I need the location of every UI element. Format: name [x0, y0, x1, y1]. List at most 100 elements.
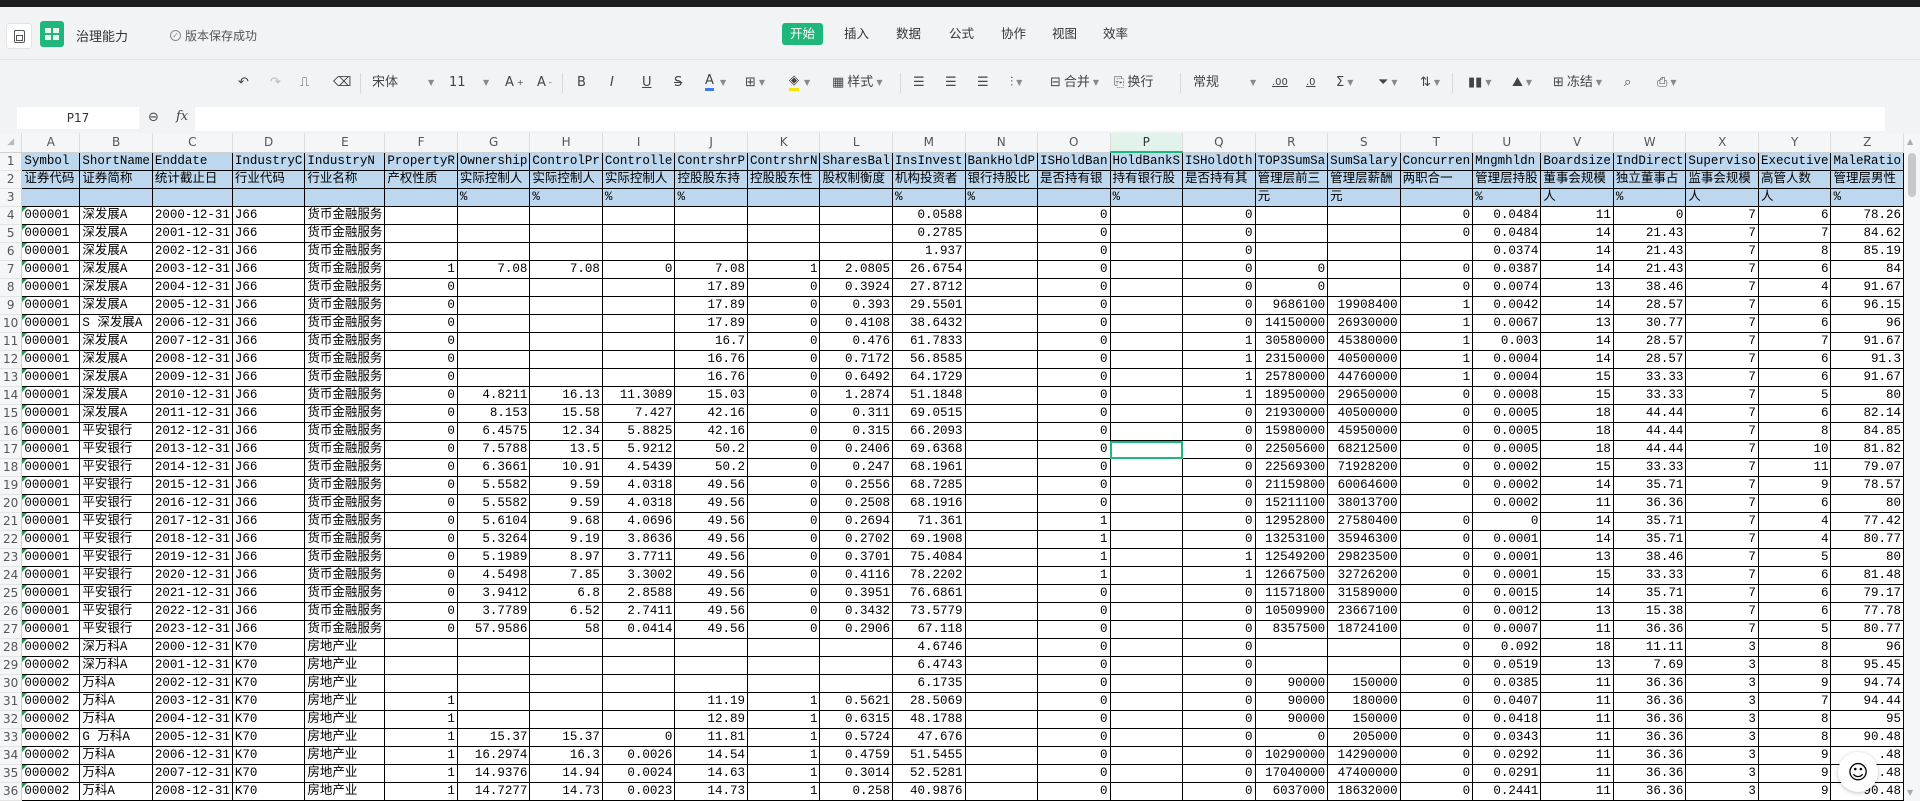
cell-o12[interactable]: 0: [1037, 350, 1111, 369]
cell-b28[interactable]: 深万科A: [79, 638, 153, 657]
cell-d1[interactable]: IndustryC: [231, 151, 306, 171]
cell-b8[interactable]: 深发展A: [79, 278, 153, 297]
cell-n14[interactable]: [964, 386, 1039, 405]
cell-h4[interactable]: [529, 206, 603, 225]
fx-icon[interactable]: fx: [176, 109, 188, 124]
align-right-icon[interactable]: ☰: [977, 73, 989, 93]
cell-x20[interactable]: 7: [1685, 494, 1759, 513]
cell-l25[interactable]: 0.3951: [819, 584, 893, 603]
cell-g36[interactable]: 14.7277: [456, 782, 531, 801]
cell-y1[interactable]: Executive: [1757, 151, 1832, 171]
cell-n17[interactable]: [964, 440, 1039, 459]
cell-u18[interactable]: 0.0002: [1472, 458, 1542, 477]
row-header[interactable]: 26: [0, 602, 23, 621]
column-header-x[interactable]: X: [1685, 133, 1759, 153]
cell-n19[interactable]: [964, 476, 1039, 495]
cell-j19[interactable]: 49.56: [674, 476, 748, 495]
cell-p33[interactable]: [1109, 728, 1184, 747]
cell-h11[interactable]: [529, 332, 603, 351]
cell-o10[interactable]: 0: [1037, 314, 1111, 333]
cell-c35[interactable]: 2007-12-31: [151, 764, 233, 783]
cell-m15[interactable]: 69.0515: [891, 404, 966, 423]
cell-y14[interactable]: 5: [1757, 386, 1832, 405]
cell-k1[interactable]: ContrshrN: [746, 151, 821, 171]
cell-t25[interactable]: 0: [1399, 584, 1474, 603]
cell-p5[interactable]: [1109, 224, 1184, 243]
cell-m33[interactable]: 47.676: [891, 728, 966, 747]
cell-k26[interactable]: 0: [746, 602, 821, 621]
cell-h28[interactable]: [529, 638, 603, 657]
cell-v22[interactable]: 14: [1540, 530, 1614, 549]
save-button[interactable]: [6, 23, 32, 49]
cell-f3[interactable]: [384, 188, 458, 207]
cell-m35[interactable]: 52.5281: [891, 764, 966, 783]
cell-style-button[interactable]: ▦ 样式 ▼: [832, 73, 882, 93]
cell-c2[interactable]: 统计截止日: [151, 170, 233, 189]
cell-b9[interactable]: 深发展A: [79, 296, 153, 315]
cell-w24[interactable]: 33.33: [1612, 566, 1687, 585]
row-header[interactable]: 11: [0, 332, 23, 351]
cell-g3[interactable]: %: [456, 188, 531, 207]
cell-e11[interactable]: 货币金融服务: [304, 332, 386, 351]
cell-v25[interactable]: 14: [1540, 584, 1614, 603]
cell-m7[interactable]: 26.6754: [891, 260, 966, 279]
cell-s35[interactable]: 47400000: [1327, 764, 1401, 783]
cell-p4[interactable]: [1109, 206, 1184, 225]
cell-w29[interactable]: 7.69: [1612, 656, 1687, 675]
cell-k15[interactable]: 0: [746, 404, 821, 423]
align-center-icon[interactable]: ☰: [945, 73, 957, 93]
cell-j20[interactable]: 49.56: [674, 494, 748, 513]
cell-o7[interactable]: 0: [1037, 260, 1111, 279]
cell-b29[interactable]: 深万科A: [79, 656, 153, 675]
cell-y29[interactable]: 8: [1757, 656, 1832, 675]
cell-u1[interactable]: Mngmhldn: [1472, 151, 1542, 171]
column-header-t[interactable]: T: [1400, 133, 1474, 153]
cell-c6[interactable]: 2002-12-31: [151, 242, 233, 261]
cell-u22[interactable]: 0.0001: [1472, 530, 1542, 549]
print-icon[interactable]: ⎙ ▼: [1657, 73, 1677, 93]
cell-s18[interactable]: 71928200: [1327, 458, 1401, 477]
cell-k24[interactable]: 0: [746, 566, 821, 585]
cell-r27[interactable]: 8357500: [1254, 620, 1329, 639]
cell-d35[interactable]: K70: [231, 764, 306, 783]
cell-q4[interactable]: 0: [1182, 206, 1256, 225]
cell-d11[interactable]: J66: [231, 332, 306, 351]
cell-u28[interactable]: 0.092: [1472, 638, 1542, 657]
cell-a9[interactable]: 000001: [21, 296, 81, 315]
cell-x12[interactable]: 7: [1685, 350, 1759, 369]
cell-a19[interactable]: 000001: [21, 476, 81, 495]
cell-h16[interactable]: 12.34: [529, 422, 603, 441]
cell-n23[interactable]: [964, 548, 1039, 567]
cell-t3[interactable]: [1399, 188, 1474, 207]
cell-x23[interactable]: 7: [1685, 548, 1759, 567]
cell-v2[interactable]: 董事会规模: [1540, 170, 1614, 189]
cell-z22[interactable]: 80.77: [1830, 530, 1904, 549]
cell-v27[interactable]: 11: [1540, 620, 1614, 639]
cell-r21[interactable]: 12952800: [1254, 512, 1329, 531]
cell-x27[interactable]: 7: [1685, 620, 1759, 639]
cell-i6[interactable]: [601, 242, 676, 261]
cell-j30[interactable]: [674, 674, 748, 693]
row-header[interactable]: 3: [0, 188, 23, 207]
cell-i30[interactable]: [601, 674, 676, 693]
cell-f7[interactable]: 1: [384, 260, 458, 279]
tab-insert[interactable]: 插入: [836, 23, 877, 45]
cell-c26[interactable]: 2022-12-31: [151, 602, 233, 621]
cell-i13[interactable]: [601, 368, 676, 387]
cell-w18[interactable]: 33.33: [1612, 458, 1687, 477]
cell-u3[interactable]: %: [1472, 188, 1542, 207]
cell-g35[interactable]: 14.9376: [456, 764, 531, 783]
cell-k7[interactable]: 1: [746, 260, 821, 279]
cell-t22[interactable]: 0: [1399, 530, 1474, 549]
cell-c27[interactable]: 2023-12-31: [151, 620, 233, 639]
cell-n30[interactable]: [964, 674, 1039, 693]
cell-v31[interactable]: 11: [1540, 692, 1614, 711]
cell-c28[interactable]: 2000-12-31: [151, 638, 233, 657]
cell-i32[interactable]: [601, 710, 676, 729]
cell-e3[interactable]: [304, 188, 386, 207]
cell-w14[interactable]: 33.33: [1612, 386, 1687, 405]
eraser-icon[interactable]: ⌫: [333, 73, 351, 93]
cell-j5[interactable]: [674, 224, 748, 243]
formula-input[interactable]: [195, 107, 1885, 131]
cell-c16[interactable]: 2012-12-31: [151, 422, 233, 441]
